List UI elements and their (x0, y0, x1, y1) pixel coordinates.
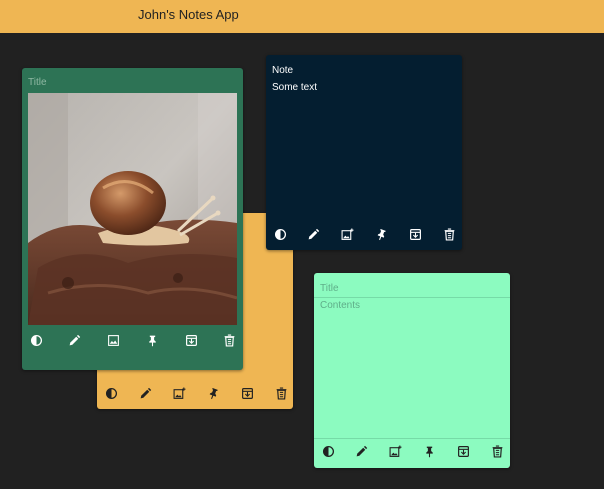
archive-button[interactable] (182, 331, 200, 349)
snail-photo (28, 93, 237, 325)
pin-icon (377, 228, 386, 240)
pin-icon (425, 446, 433, 457)
note-title-input[interactable]: Title (28, 77, 47, 88)
pin-icon (209, 387, 218, 399)
pin-icon (148, 335, 156, 346)
note-navy[interactable]: Note Some text (266, 55, 462, 250)
contrast-icon (105, 387, 117, 399)
edit-button[interactable] (136, 384, 154, 402)
contrast-icon (274, 228, 286, 240)
edit-icon (356, 445, 367, 456)
note-title-input[interactable]: Title (320, 283, 339, 294)
note-content[interactable]: Some text (272, 82, 317, 93)
toolbar-divider (314, 438, 510, 439)
note-title[interactable]: Note (272, 65, 293, 76)
note-green[interactable]: Title (22, 68, 243, 370)
image-icon (107, 334, 119, 346)
pin-button[interactable] (372, 225, 390, 243)
edit-button[interactable] (352, 442, 370, 460)
note-image (28, 93, 237, 325)
note-mint[interactable]: Title Contents (314, 273, 510, 468)
delete-button[interactable] (440, 225, 458, 243)
add-image-icon (389, 445, 401, 457)
delete-button[interactable] (220, 331, 238, 349)
add-image-icon (341, 228, 353, 240)
contrast-button[interactable] (271, 225, 289, 243)
archive-icon (185, 334, 197, 346)
note-toolbar (314, 442, 510, 464)
archive-button[interactable] (238, 384, 256, 402)
contrast-icon (30, 334, 42, 346)
delete-icon (276, 386, 286, 400)
delete-icon (224, 333, 234, 347)
note-toolbar (97, 384, 293, 406)
edit-button[interactable] (304, 225, 322, 243)
delete-button[interactable] (488, 442, 506, 460)
pin-button[interactable] (204, 384, 222, 402)
contrast-icon (322, 445, 334, 457)
archive-icon (241, 387, 253, 399)
edit-icon (308, 228, 319, 239)
add-image-button[interactable] (338, 225, 356, 243)
app-title: John's Notes App (138, 7, 239, 22)
delete-button[interactable] (272, 384, 290, 402)
contrast-button[interactable] (319, 442, 337, 460)
contrast-button[interactable] (27, 331, 45, 349)
edit-icon (69, 334, 80, 345)
add-image-button[interactable] (170, 384, 188, 402)
add-image-icon (173, 387, 185, 399)
delete-icon (444, 227, 454, 241)
pin-button[interactable] (420, 442, 438, 460)
archive-button[interactable] (406, 225, 424, 243)
note-toolbar (22, 331, 243, 353)
edit-button[interactable] (65, 331, 83, 349)
archive-icon (409, 228, 421, 240)
add-image-button[interactable] (386, 442, 404, 460)
app-header: John's Notes App (0, 0, 604, 33)
pin-button[interactable] (143, 331, 161, 349)
archive-button[interactable] (454, 442, 472, 460)
contrast-button[interactable] (102, 384, 120, 402)
edit-icon (140, 387, 151, 398)
note-toolbar (266, 225, 462, 247)
note-content-input[interactable]: Contents (320, 300, 360, 311)
title-divider (314, 297, 510, 298)
archive-icon (457, 445, 469, 457)
image-button[interactable] (104, 331, 122, 349)
delete-icon (492, 444, 502, 458)
